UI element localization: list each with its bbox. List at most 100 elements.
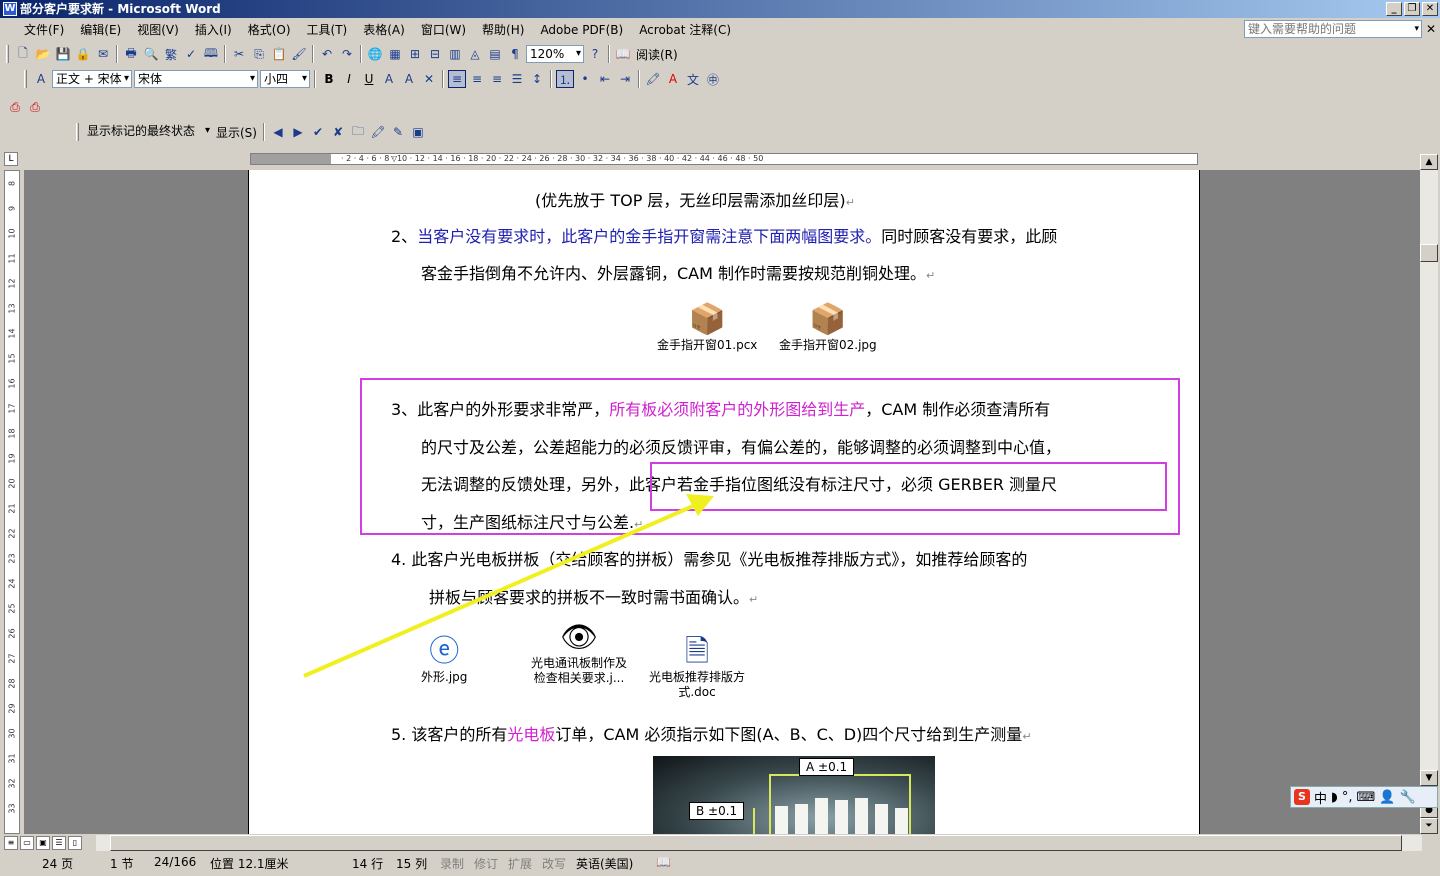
status-language[interactable]: 英语(美国) — [576, 855, 633, 872]
show-hide-icon[interactable]: ¶ — [506, 45, 524, 63]
reading-view-icon[interactable]: ▯ — [68, 836, 82, 850]
word-app-icon[interactable]: W — [3, 2, 17, 16]
status-track[interactable]: 修订 — [474, 855, 498, 872]
menu-format[interactable]: 格式(O) — [240, 21, 299, 38]
minimize-button[interactable]: _ — [1386, 2, 1402, 16]
ime-halfwidth-icon[interactable]: ◗ — [1331, 790, 1338, 805]
redo-icon[interactable]: ↷ — [338, 45, 356, 63]
pdf-email-icon[interactable]: ⎙ — [26, 98, 44, 116]
convert-to-pdf-icon[interactable]: ⎙ — [6, 98, 24, 116]
research-icon[interactable]: ✓ — [182, 45, 200, 63]
outline-view-icon[interactable]: ☰ — [52, 836, 66, 850]
print-layout-view-icon[interactable]: ▣ — [36, 836, 50, 850]
tables-borders-icon[interactable]: ▦ — [386, 45, 404, 63]
bold-button[interactable]: B — [320, 70, 338, 88]
permission-icon[interactable]: 🔒 — [74, 45, 92, 63]
copy-icon[interactable]: ⎘ — [250, 45, 268, 63]
restore-button[interactable]: ❐ — [1404, 2, 1420, 16]
menu-edit[interactable]: 编辑(E) — [72, 21, 129, 38]
align-center-icon[interactable]: ≡ — [468, 70, 486, 88]
help-search-input[interactable]: 键入需要帮助的问题 ▾ — [1244, 20, 1422, 38]
font-color-button[interactable]: A — [664, 70, 682, 88]
open-icon[interactable]: 📂 — [34, 45, 52, 63]
insert-table-icon[interactable]: ⊞ — [406, 45, 424, 63]
ime-user-icon[interactable]: 👤 — [1379, 790, 1395, 805]
status-extend[interactable]: 扩展 — [508, 855, 532, 872]
highlight-review-icon[interactable]: 🖍 — [369, 123, 387, 141]
menu-file[interactable]: 文件(F) — [16, 21, 72, 38]
help-icon[interactable]: ? — [586, 45, 604, 63]
menu-window[interactable]: 窗口(W) — [413, 21, 474, 38]
char-shading-icon[interactable]: A — [400, 70, 418, 88]
scroll-down-icon[interactable]: ▼ — [1420, 770, 1438, 786]
print-preview-icon[interactable]: 🔍 — [142, 45, 160, 63]
menu-acrobat-comments[interactable]: Acrobat 注释(C) — [631, 21, 739, 38]
web-view-icon[interactable]: ▭ — [20, 836, 34, 850]
phonetic-guide-icon[interactable]: 文 — [684, 70, 702, 88]
styles-pane-icon[interactable]: A — [32, 70, 50, 88]
align-right-icon[interactable]: ≡ — [488, 70, 506, 88]
italic-button[interactable]: I — [340, 70, 358, 88]
highlight-icon[interactable]: 🖍 — [644, 70, 662, 88]
menu-insert[interactable]: 插入(I) — [187, 21, 240, 38]
enclose-char-icon[interactable]: ㊥ — [704, 70, 722, 88]
ime-toolbar[interactable]: S 中 ◗ °, ⌨ 👤 🔧 — [1290, 786, 1438, 808]
format-painter-icon[interactable]: 🖌 — [290, 45, 308, 63]
drawing-icon[interactable]: ◬ — [466, 45, 484, 63]
insert-comment-icon[interactable]: 🗀 — [349, 123, 367, 141]
columns-icon[interactable]: ▥ — [446, 45, 464, 63]
decrease-indent-icon[interactable]: ⇤ — [596, 70, 614, 88]
ime-punctuation-icon[interactable]: °, — [1342, 790, 1353, 805]
email-icon[interactable]: ✉ — [94, 45, 112, 63]
insert-excel-icon[interactable]: ⊟ — [426, 45, 444, 63]
ime-chinese-mode-icon[interactable]: 中 — [1314, 788, 1327, 807]
show-markup-menu[interactable]: 显示(S) — [214, 124, 259, 141]
increase-indent-icon[interactable]: ⇥ — [616, 70, 634, 88]
status-overtype[interactable]: 改写 — [542, 855, 566, 872]
vertical-ruler[interactable]: 8 9 10 11 12 13 14 15 16 17 18 19 20 21 22 23 24 25 26 27 28… — [4, 170, 20, 834]
cut-icon[interactable]: ✂ — [230, 45, 248, 63]
sogou-icon[interactable]: S — [1294, 789, 1310, 805]
ruler-track[interactable]: ▽ · 2 · 4 · 6 · 8 · 10 · 12 · 14 · 16 · … — [250, 153, 1198, 165]
previous-change-icon[interactable]: ◀ — [269, 123, 287, 141]
zoom-combo[interactable]: 120% — [526, 45, 584, 63]
justify-icon[interactable]: ☰ — [508, 70, 526, 88]
menu-adobe-pdf[interactable]: Adobe PDF(B) — [532, 23, 631, 37]
track-changes-icon[interactable]: ✎ — [389, 123, 407, 141]
numbering-icon[interactable]: ⒈ — [556, 70, 574, 88]
read-button[interactable]: 阅读(R) — [634, 46, 680, 63]
scroll-up-icon[interactable]: ▲ — [1420, 154, 1438, 170]
reviewing-pane-icon[interactable]: ▣ — [409, 123, 427, 141]
tab-selector[interactable]: L — [4, 152, 18, 166]
document-close-icon[interactable]: ✕ — [1426, 22, 1436, 36]
review-display-combo[interactable]: 显示标记的最终状态 — [84, 123, 212, 141]
horizontal-scroll-thumb[interactable] — [110, 835, 1402, 851]
line-spacing-icon[interactable]: ↕ — [528, 70, 546, 88]
normal-view-icon[interactable]: ≡ — [4, 836, 18, 850]
menu-tools[interactable]: 工具(T) — [299, 21, 356, 38]
status-record[interactable]: 录制 — [440, 855, 464, 872]
menu-help[interactable]: 帮助(H) — [474, 21, 532, 38]
accept-change-icon[interactable]: ✔ — [309, 123, 327, 141]
next-change-icon[interactable]: ▶ — [289, 123, 307, 141]
style-combo[interactable]: 正文 + 宋体 — [52, 70, 132, 88]
new-document-icon[interactable]: 🗋 — [14, 45, 32, 63]
translate-icon[interactable]: 🕮 — [202, 45, 220, 63]
align-left-icon[interactable]: ≡ — [448, 70, 466, 88]
ime-settings-icon[interactable]: 🔧 — [1399, 790, 1415, 805]
help-dropdown-icon[interactable]: ▾ — [1414, 21, 1419, 37]
reject-change-icon[interactable]: ✘ — [329, 123, 347, 141]
spelling-status-icon[interactable]: 📖 — [656, 855, 671, 869]
next-page-icon[interactable]: ⏷ — [1420, 818, 1438, 834]
ime-keyboard-icon[interactable]: ⌨ — [1357, 790, 1376, 805]
bullets-icon[interactable]: • — [576, 70, 594, 88]
toolbar-grip[interactable] — [6, 45, 9, 63]
print-icon[interactable]: 🖶 — [122, 45, 140, 63]
scroll-thumb[interactable] — [1420, 244, 1438, 262]
close-button[interactable]: ✕ — [1422, 2, 1438, 16]
undo-icon[interactable]: ↶ — [318, 45, 336, 63]
spelling-icon[interactable]: 繁 — [162, 45, 180, 63]
paste-icon[interactable]: 📋 — [270, 45, 288, 63]
document-map-icon[interactable]: ▤ — [486, 45, 504, 63]
vertical-scrollbar[interactable]: ▲ ▼ ⏶ ● ⏷ — [1420, 154, 1438, 834]
